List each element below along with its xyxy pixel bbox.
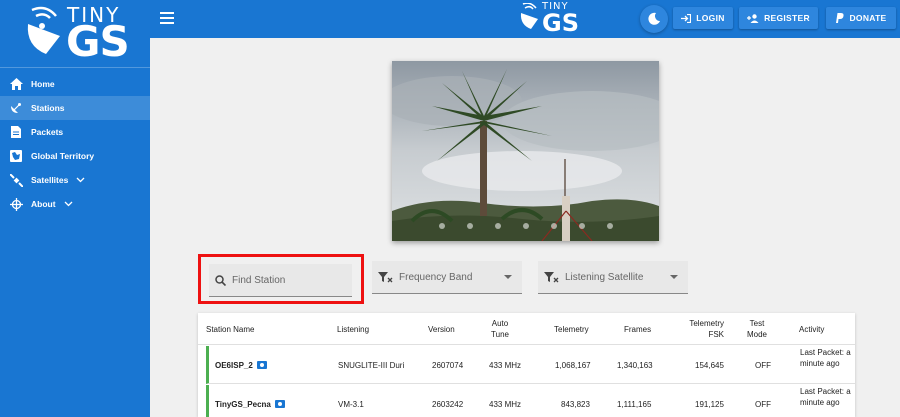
station-photo xyxy=(392,61,659,241)
auto-tune-cell: 433 MHz xyxy=(489,400,522,409)
donate-label: DONATE xyxy=(849,13,887,23)
camera-icon xyxy=(256,361,267,369)
filter-icon xyxy=(544,271,559,283)
satellite-icon xyxy=(9,173,23,187)
sidebar-item-label: About xyxy=(31,199,56,209)
column-header-test-mode[interactable]: Test Mode xyxy=(746,318,768,340)
register-label: REGISTER xyxy=(764,13,810,23)
moon-icon xyxy=(648,12,660,25)
satellite-dish-logo-icon xyxy=(520,3,538,29)
carousel-dot[interactable] xyxy=(494,223,501,229)
telemetry-fsk-cell: 191,125 xyxy=(695,400,724,409)
login-icon xyxy=(681,13,692,23)
compass-icon xyxy=(9,197,23,211)
test-mode-cell: OFF xyxy=(755,361,771,370)
listening-cell: VM-3.1 xyxy=(338,400,364,409)
sidebar-item-label: Global Territory xyxy=(31,151,95,161)
column-header-station-name[interactable]: Station Name xyxy=(206,324,254,335)
chevron-down-icon xyxy=(64,199,73,210)
sidebar: TINY GS Home Stations Packets Global Ter… xyxy=(0,0,150,417)
column-header-telemetry[interactable]: Telemetry xyxy=(554,324,589,335)
satellite-dish-logo-icon xyxy=(27,6,60,54)
sidebar-item-about[interactable]: About xyxy=(0,192,150,216)
login-button[interactable]: LOGIN xyxy=(673,7,733,29)
filter-icon xyxy=(378,271,393,283)
carousel-dot[interactable] xyxy=(466,223,473,229)
donate-button[interactable]: DONATE xyxy=(826,7,896,29)
sidebar-item-label: Satellites xyxy=(31,175,69,185)
search-placeholder: Find Station xyxy=(232,274,286,286)
sidebar-item-global-territory[interactable]: Global Territory xyxy=(0,144,150,168)
satellite-dish-icon xyxy=(9,101,23,115)
carousel-dot[interactable] xyxy=(438,223,445,229)
camera-icon xyxy=(274,400,285,408)
table-row[interactable]: OE6ISP_2 SNUGLITE-III Duri 2607074 433 M… xyxy=(206,346,855,384)
carousel-dot[interactable] xyxy=(522,223,529,229)
carousel-dot[interactable] xyxy=(578,223,585,229)
register-button[interactable]: REGISTER xyxy=(739,7,818,29)
frequency-band-select[interactable]: Frequency Band xyxy=(372,261,522,294)
table-row[interactable]: TinyGS_Pecna VM-3.1 2603242 433 MHz 843,… xyxy=(206,385,855,417)
frames-cell: 1,340,163 xyxy=(617,361,653,370)
telemetry-fsk-cell: 154,645 xyxy=(695,361,724,370)
column-header-telemetry-fsk[interactable]: Telemetry FSK xyxy=(684,318,724,340)
frequency-band-label: Frequency Band xyxy=(399,271,473,283)
carousel-indicators xyxy=(392,223,659,229)
logo-gs-text: GS xyxy=(66,17,130,66)
station-name-cell[interactable]: OE6ISP_2 xyxy=(215,360,267,371)
telemetry-cell: 1,068,167 xyxy=(555,361,591,370)
sidebar-nav: Home Stations Packets Global Territory S… xyxy=(0,68,150,216)
listening-satellite-label: Listening Satellite xyxy=(565,271,644,283)
menu-icon[interactable] xyxy=(160,12,174,24)
listening-satellite-select[interactable]: Listening Satellite xyxy=(538,261,688,294)
activity-cell: Last Packet: a minute ago xyxy=(800,387,851,407)
find-station-input[interactable]: Find Station xyxy=(209,264,352,297)
column-header-auto-tune[interactable]: Auto Tune xyxy=(489,318,511,340)
home-icon xyxy=(9,77,23,91)
activity-cell: Last Packet: a minute ago xyxy=(800,348,851,368)
station-name-cell[interactable]: TinyGS_Pecna xyxy=(215,399,285,410)
document-icon xyxy=(9,125,23,139)
stations-table: Station Name Listening Version Auto Tune… xyxy=(198,313,855,417)
column-header-activity[interactable]: Activity xyxy=(799,324,824,335)
version-cell: 2603242 xyxy=(432,400,464,409)
carousel-dot[interactable] xyxy=(550,223,557,229)
logo-gs-text: GS xyxy=(542,9,579,37)
chevron-down-icon xyxy=(76,175,85,186)
sidebar-item-stations[interactable]: Stations xyxy=(0,96,150,120)
sidebar-item-label: Home xyxy=(31,79,55,89)
auto-tune-cell: 433 MHz xyxy=(489,361,522,370)
theme-toggle-button[interactable] xyxy=(640,5,668,33)
sidebar-item-label: Stations xyxy=(31,103,65,113)
map-icon xyxy=(9,149,23,163)
search-icon xyxy=(215,274,226,286)
top-app-bar: TINY GS LOGIN REGISTER DONATE xyxy=(150,0,900,38)
search-highlight-box: Find Station xyxy=(198,254,364,304)
station-name: TinyGS_Pecna xyxy=(215,400,271,409)
sidebar-item-satellites[interactable]: Satellites xyxy=(0,168,150,192)
add-user-icon xyxy=(747,13,759,23)
carousel-dot[interactable] xyxy=(606,223,613,229)
paypal-icon xyxy=(835,13,845,23)
version-cell: 2607074 xyxy=(432,361,464,370)
sidebar-item-home[interactable]: Home xyxy=(0,72,150,96)
sidebar-item-packets[interactable]: Packets xyxy=(0,120,150,144)
frames-cell: 1,111,165 xyxy=(617,400,652,409)
station-name: OE6ISP_2 xyxy=(215,361,253,370)
table-header: Station Name Listening Version Auto Tune… xyxy=(198,313,855,345)
station-photo-carousel[interactable] xyxy=(392,61,659,241)
column-header-frames[interactable]: Frames xyxy=(624,324,651,335)
column-header-version[interactable]: Version xyxy=(428,324,455,335)
dropdown-arrow-icon xyxy=(504,275,512,279)
tinygs-logo[interactable]: TINY GS xyxy=(0,0,150,68)
column-header-listening[interactable]: Listening xyxy=(337,324,369,335)
sidebar-item-label: Packets xyxy=(31,127,64,137)
telemetry-cell: 843,823 xyxy=(561,400,590,409)
test-mode-cell: OFF xyxy=(755,400,771,409)
login-label: LOGIN xyxy=(696,13,725,23)
listening-cell: SNUGLITE-III Duri xyxy=(338,361,405,370)
dropdown-arrow-icon xyxy=(670,275,678,279)
